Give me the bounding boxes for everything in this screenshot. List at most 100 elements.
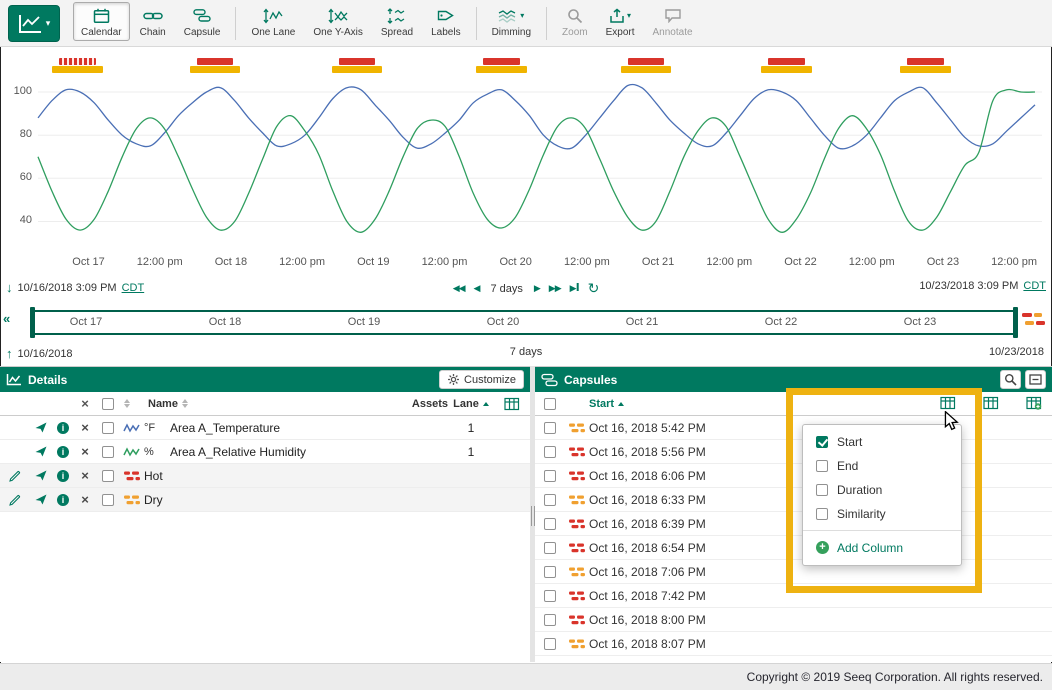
collapse-panel-button[interactable] <box>1025 370 1046 389</box>
capsule-row[interactable]: Oct 16, 2018 6:54 PM <box>535 536 1052 560</box>
details-row[interactable]: i×Dry <box>0 488 530 512</box>
column-header-assets[interactable]: Assets <box>392 398 448 410</box>
dry-capsule-bar[interactable] <box>190 66 241 73</box>
dry-capsule-bar[interactable] <box>761 66 812 73</box>
capsule-row[interactable]: Oct 16, 2018 5:56 PM <box>535 440 1052 464</box>
dry-capsule-bar[interactable] <box>52 66 103 73</box>
view-mode-button[interactable]: ▾ <box>8 5 60 42</box>
hot-capsule-bar[interactable] <box>768 58 805 65</box>
toolbar-button-chain[interactable]: Chain <box>132 2 174 41</box>
row-checkbox[interactable] <box>102 470 114 482</box>
step-forward-full-icon[interactable]: ▶▶ <box>549 283 561 294</box>
dry-capsule-bar[interactable] <box>476 66 527 73</box>
sort-icon[interactable] <box>182 399 188 408</box>
trend-chart[interactable]: 100 80 60 40 Oct 1712:00 pmOct 1812:00 p… <box>0 48 1052 278</box>
sort-icon[interactable] <box>124 399 130 408</box>
info-icon[interactable]: i <box>57 494 69 506</box>
toolbar-button-zoom[interactable]: Zoom <box>554 2 596 41</box>
menu-checkbox[interactable] <box>816 436 828 448</box>
pin-icon[interactable] <box>35 470 47 481</box>
step-to-now-icon[interactable]: ▶ <box>570 283 579 294</box>
investigate-range-slider[interactable]: Oct 17Oct 18Oct 19Oct 20Oct 21Oct 22Oct … <box>32 310 1016 335</box>
hot-capsule-bar[interactable] <box>197 58 234 65</box>
column-menu-item-similarity[interactable]: Similarity <box>803 502 961 526</box>
pin-icon[interactable] <box>35 422 47 433</box>
capsule-row[interactable]: Oct 16, 2018 10:50 PM <box>535 656 1052 662</box>
dry-capsule-bar[interactable] <box>621 66 672 73</box>
toolbar-button-one-lane[interactable]: One Lane <box>243 2 303 41</box>
table-grid-icon[interactable] <box>504 397 520 411</box>
toolbar-button-spread[interactable]: Spread <box>373 2 421 41</box>
capsule-row[interactable]: Oct 16, 2018 6:39 PM <box>535 512 1052 536</box>
capsule-row[interactable]: Oct 16, 2018 7:06 PM <box>535 560 1052 584</box>
details-row[interactable]: i×°FArea A_Temperature1 <box>0 416 530 440</box>
range-start-arrow-icon[interactable]: ↓ <box>6 280 13 295</box>
row-checkbox[interactable] <box>102 422 114 434</box>
display-range-duration[interactable]: 7 days <box>490 283 522 295</box>
column-menu-item-end[interactable]: End <box>803 454 961 478</box>
pin-icon[interactable] <box>35 446 47 457</box>
capsule-checkbox[interactable] <box>544 542 556 554</box>
timezone-link[interactable]: CDT <box>122 282 145 294</box>
dry-capsule-bar[interactable] <box>332 66 383 73</box>
details-row[interactable]: i×Hot <box>0 464 530 488</box>
timezone-link[interactable]: CDT <box>1023 280 1046 292</box>
capsule-time-icon[interactable] <box>1021 310 1047 330</box>
capsule-checkbox[interactable] <box>544 590 556 602</box>
menu-checkbox[interactable] <box>816 508 828 520</box>
hot-capsule-bar[interactable] <box>483 58 520 65</box>
customize-button[interactable]: Customize <box>439 370 524 389</box>
toolbar-button-annotate[interactable]: Annotate <box>645 2 701 41</box>
auto-update-icon[interactable]: ↻ <box>588 280 600 297</box>
column-menu-item-start[interactable]: Start <box>803 430 961 454</box>
investigate-start-arrow-icon[interactable]: ↑ <box>6 346 13 361</box>
toolbar-button-labels[interactable]: Labels <box>423 2 468 41</box>
hot-capsule-bar[interactable] <box>339 58 376 65</box>
column-chooser-button[interactable] <box>939 396 956 411</box>
chart-plot[interactable] <box>0 48 1052 278</box>
toolbar-button-calendar[interactable]: Calendar <box>73 2 130 41</box>
dry-capsule-bar[interactable] <box>900 66 951 73</box>
edit-icon[interactable] <box>9 494 21 506</box>
row-checkbox[interactable] <box>102 494 114 506</box>
edit-icon[interactable] <box>9 470 21 482</box>
capsule-zoom-button[interactable] <box>1000 370 1021 389</box>
hot-capsule-bar[interactable] <box>59 58 96 65</box>
column-header-start[interactable]: Start <box>589 398 624 410</box>
capsule-row[interactable]: Oct 16, 2018 8:00 PM <box>535 608 1052 632</box>
info-icon[interactable]: i <box>57 446 69 458</box>
column-header-lane[interactable]: Lane <box>448 398 494 410</box>
display-range-start[interactable]: 10/16/2018 3:09 PM <box>18 282 117 294</box>
info-icon[interactable]: i <box>57 470 69 482</box>
add-column-menu-item[interactable]: + Add Column <box>803 535 961 560</box>
remove-icon[interactable]: × <box>81 493 89 506</box>
capsule-checkbox[interactable] <box>544 446 556 458</box>
capsule-checkbox[interactable] <box>544 662 556 663</box>
capsule-checkbox[interactable] <box>544 494 556 506</box>
capsule-row[interactable]: Oct 16, 2018 6:06 PM <box>535 464 1052 488</box>
toolbar-button-capsule[interactable]: Capsule <box>176 2 229 41</box>
stats-grid-button[interactable] <box>982 396 999 411</box>
capsule-row[interactable]: Oct 16, 2018 8:07 PM <box>535 632 1052 656</box>
toolbar-button-export[interactable]: ▾ Export <box>598 2 643 41</box>
column-header-name[interactable]: Name <box>148 398 192 410</box>
collapse-timebar-icon[interactable]: « <box>3 311 10 326</box>
step-back-full-icon[interactable]: ◀◀ <box>453 283 465 294</box>
capsule-row[interactable]: Oct 16, 2018 7:42 PM <box>535 584 1052 608</box>
select-all-capsules-checkbox[interactable] <box>544 398 556 410</box>
capsule-checkbox[interactable] <box>544 470 556 482</box>
hot-capsule-bar[interactable] <box>628 58 665 65</box>
remove-icon[interactable]: × <box>81 469 89 482</box>
row-checkbox[interactable] <box>102 446 114 458</box>
capsule-checkbox[interactable] <box>544 614 556 626</box>
column-menu-item-duration[interactable]: Duration <box>803 478 961 502</box>
capsule-row[interactable]: Oct 16, 2018 5:42 PM <box>535 416 1052 440</box>
select-all-checkbox[interactable] <box>102 398 114 410</box>
display-range-end[interactable]: 10/23/2018 3:09 PM <box>919 280 1018 292</box>
menu-checkbox[interactable] <box>816 484 828 496</box>
capsule-checkbox[interactable] <box>544 566 556 578</box>
step-back-half-icon[interactable]: ◀ <box>474 283 480 294</box>
info-icon[interactable]: i <box>57 422 69 434</box>
capsule-checkbox[interactable] <box>544 638 556 650</box>
add-column-grid-button[interactable] <box>1025 396 1042 411</box>
